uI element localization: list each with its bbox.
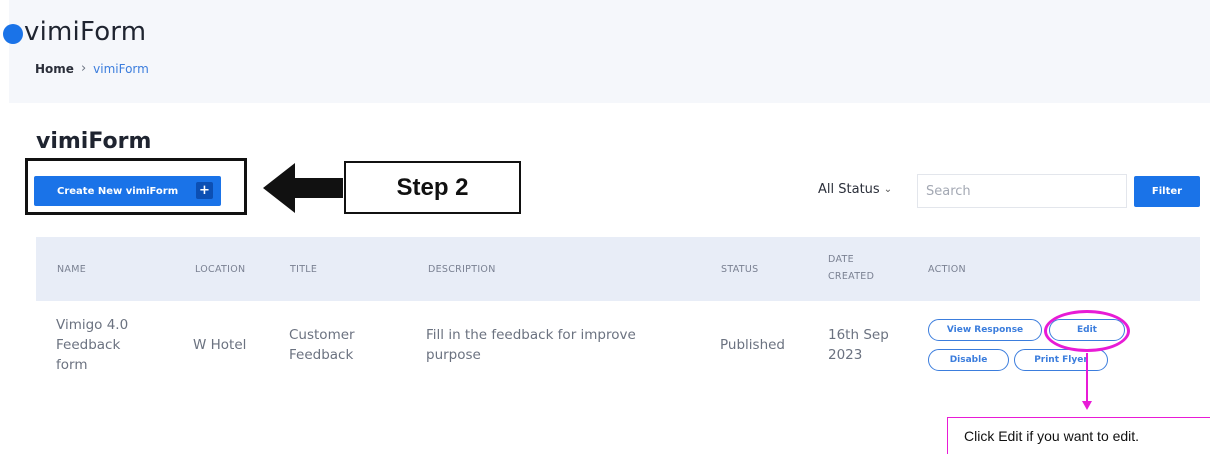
cell-location: W Hotel (193, 337, 247, 353)
filter-button[interactable]: Filter (1134, 176, 1200, 207)
left-arrow-icon (263, 163, 343, 213)
status-filter-select[interactable]: All Status ⌄ (818, 182, 892, 197)
create-button-label: Create New vimiForm (57, 185, 179, 197)
breadcrumb-home[interactable]: Home (35, 62, 74, 76)
table-row: Vimigo 4.0 Feedback form W Hotel Custome… (36, 301, 1200, 385)
cell-title: Customer Feedback (289, 327, 355, 363)
status-selected-value: All Status (818, 182, 880, 197)
step-label: Step 2 (344, 161, 521, 214)
cell-status: Published (720, 337, 785, 353)
create-new-form-button[interactable]: Create New vimiForm + (34, 176, 221, 206)
edit-highlight-circle (1044, 310, 1130, 352)
arrow-down-icon (1082, 401, 1092, 410)
page-header: vimiForm Home › vimiForm (3, 0, 1210, 103)
breadcrumb-current[interactable]: vimiForm (93, 62, 149, 76)
cell-date-created: 16th Sep 2023 (828, 327, 889, 363)
cell-name: Vimigo 4.0 Feedback form (56, 317, 129, 373)
print-flyer-button[interactable]: Print Flyer (1014, 349, 1108, 371)
column-header-description: DESCRIPTION (428, 264, 496, 275)
edit-callout: Click Edit if you want to edit. (947, 417, 1210, 454)
column-header-location: LOCATION (195, 264, 246, 275)
app-logo-icon (3, 24, 23, 44)
column-header-status: STATUS (721, 264, 759, 275)
plus-icon: + (196, 182, 213, 199)
column-header-title: TITLE (290, 264, 318, 275)
column-header-date-created: DATE CREATED (828, 254, 875, 282)
disable-button[interactable]: Disable (928, 349, 1009, 371)
chevron-right-icon: › (80, 61, 87, 76)
callout-pointer-line (1086, 353, 1088, 403)
column-header-name: NAME (57, 264, 87, 275)
page-title: vimiForm (36, 129, 152, 154)
search-input[interactable] (917, 174, 1127, 208)
cell-description: Fill in the feedback for improve purpose (426, 327, 636, 363)
view-response-button[interactable]: View Response (928, 319, 1042, 341)
chevron-down-icon: ⌄ (883, 184, 893, 195)
column-header-action: ACTION (928, 264, 966, 275)
table-header: NAME LOCATION TITLE DESCRIPTION STATUS D… (36, 237, 1200, 301)
app-title: vimiForm (24, 17, 147, 47)
breadcrumb: Home › vimiForm (35, 61, 149, 76)
